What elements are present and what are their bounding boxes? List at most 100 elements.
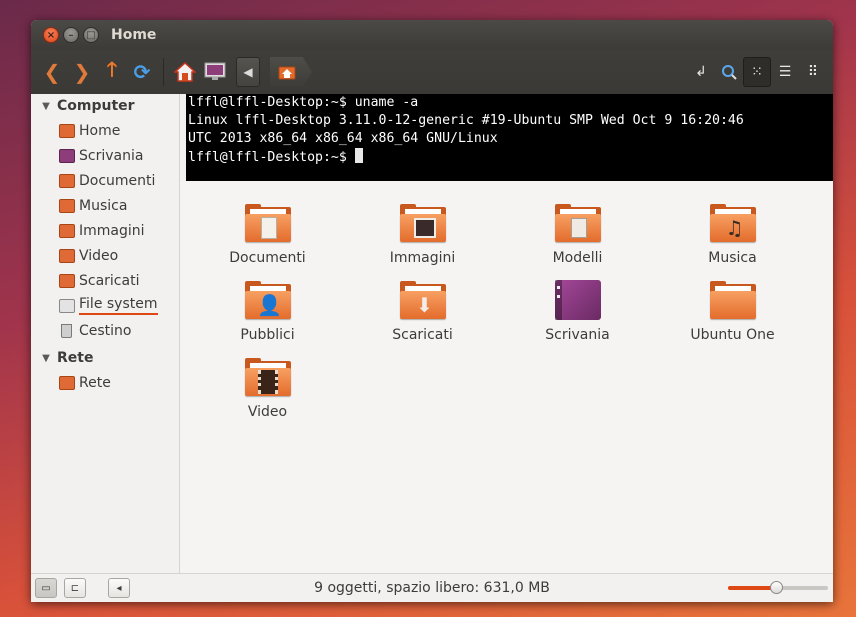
return-icon: ↲ — [695, 64, 707, 80]
file-label: Scaricati — [392, 327, 453, 343]
video-folder-icon — [244, 357, 291, 397]
file-item-modelli[interactable]: Modelli — [500, 203, 655, 267]
search-icon — [722, 65, 737, 80]
sidebar-item-label: Scrivania — [79, 147, 144, 164]
sidebar-section-rete[interactable]: ▼ Rete — [31, 346, 179, 370]
home-icon — [174, 62, 196, 82]
sidebar-item-cestino[interactable]: Cestino — [31, 318, 179, 343]
file-label: Scrivania — [545, 327, 610, 343]
sidebar-item-label: Video — [79, 247, 119, 264]
triangle-left-icon: ◀ — [243, 65, 253, 79]
file-manager-window: × – □ Home ❮ ❯ 🡑 ⟳ ◀ ↲ ⁙ ☰ ⠿ ▼ Computer … — [31, 20, 833, 602]
video-folder-icon — [59, 248, 75, 263]
sidebar-item-immagini[interactable]: Immagini — [31, 218, 179, 243]
status-text: 9 oggetti, spazio libero: 631,0 MB — [314, 580, 550, 596]
toolbar-right-group: ↲ ⁙ ☰ ⠿ — [687, 57, 827, 87]
documents-folder-icon — [59, 173, 75, 188]
toolbar-divider — [163, 58, 164, 86]
search-button[interactable] — [715, 57, 743, 87]
file-label: Musica — [708, 250, 757, 266]
file-view[interactable]: Documenti Immagini Modelli ♫ Musica 👤 Pu… — [180, 181, 833, 573]
public-folder-icon: 👤 — [244, 280, 291, 320]
reload-button[interactable]: ⟳ — [127, 57, 157, 87]
home-folder-icon — [59, 123, 75, 138]
file-item-documenti[interactable]: Documenti — [190, 203, 345, 267]
minimize-icon[interactable]: – — [63, 27, 79, 43]
list-view-button[interactable]: ☰ — [771, 57, 799, 87]
sidebar-item-label: Musica — [79, 197, 128, 214]
pictures-folder-icon — [399, 203, 446, 243]
sidebar-item-documenti[interactable]: Documenti — [31, 168, 179, 193]
downloads-folder-icon: ⬇ — [399, 280, 446, 320]
terminal-prompt-line: lffl@lffl-Desktop:~$ — [188, 148, 831, 167]
sidebar: ▼ Computer Home Scrivania Documenti Musi… — [31, 94, 180, 573]
sidebar-section-label: Rete — [57, 350, 94, 366]
statusbar: ▭ ⊏ ◂ 9 oggetti, spazio libero: 631,0 MB — [31, 573, 833, 602]
compact-icon: ⠿ — [807, 64, 819, 80]
file-item-scaricati[interactable]: ⬇ Scaricati — [345, 280, 500, 344]
computer-location-button[interactable] — [200, 57, 230, 87]
sidebar-item-scrivania[interactable]: Scrivania — [31, 143, 179, 168]
home-location-button[interactable] — [170, 57, 200, 87]
sidebar-item-rete[interactable]: Rete — [31, 370, 179, 395]
grid-icon: ⁙ — [751, 64, 763, 80]
sidebar-item-musica[interactable]: Musica — [31, 193, 179, 218]
back-button[interactable]: ❮ — [37, 57, 67, 87]
sidebar-item-home[interactable]: Home — [31, 118, 179, 143]
documents-folder-icon — [244, 203, 291, 243]
window-title: Home — [111, 27, 157, 43]
zoom-slider[interactable] — [728, 581, 828, 594]
sidebar-item-label: Home — [79, 122, 121, 139]
toolbar: ❮ ❯ 🡑 ⟳ ◀ ↲ ⁙ ☰ ⠿ — [31, 50, 833, 94]
drive-icon — [59, 298, 75, 313]
zoom-slider-handle[interactable] — [770, 581, 783, 594]
file-item-scrivania[interactable]: Scrivania — [500, 280, 655, 344]
terminal-cursor — [354, 148, 363, 163]
downloads-folder-icon — [59, 273, 75, 288]
titlebar: × – □ Home — [31, 20, 833, 50]
file-label: Modelli — [552, 250, 603, 266]
sidebar-item-video[interactable]: Video — [31, 243, 179, 268]
file-label: Video — [247, 404, 288, 420]
file-item-ubuntu-one[interactable]: Ubuntu One — [655, 280, 810, 344]
templates-folder-icon — [554, 203, 601, 243]
zoom-slider-fill — [728, 586, 776, 590]
sidebar-item-file-system[interactable]: File system — [31, 293, 179, 318]
file-item-video[interactable]: Video — [190, 357, 345, 421]
terminal-line: Linux lffl-Desktop 3.11.0-12-generic #19… — [188, 113, 744, 128]
music-folder-icon — [59, 198, 75, 213]
icon-view-button[interactable]: ⁙ — [743, 57, 771, 87]
trash-icon — [61, 323, 72, 338]
desktop-icon — [554, 280, 601, 320]
file-item-immagini[interactable]: Immagini — [345, 203, 500, 267]
embedded-terminal[interactable]: lffl@lffl-Desktop:~$ uname -a Linux lffl-… — [186, 94, 833, 181]
triangle-down-icon: ▼ — [42, 100, 50, 112]
compact-view-button[interactable]: ⠿ — [799, 57, 827, 87]
sidebar-item-scaricati[interactable]: Scaricati — [31, 268, 179, 293]
breadcrumb-home[interactable] — [270, 57, 312, 87]
sidebar-item-label: Immagini — [79, 222, 145, 239]
file-label: Pubblici — [240, 327, 295, 343]
file-label: Ubuntu One — [690, 327, 775, 343]
monitor-icon — [204, 62, 226, 80]
file-item-pubblici[interactable]: 👤 Pubblici — [190, 280, 345, 344]
list-icon: ☰ — [778, 64, 792, 80]
terminal-prompt: lffl@lffl-Desktop:~$ — [188, 150, 355, 165]
up-button[interactable]: 🡑 — [97, 57, 127, 87]
sidebar-section-label: Computer — [57, 98, 135, 114]
sidebar-item-label: File system — [79, 296, 158, 315]
sidebar-item-label: Documenti — [79, 172, 156, 189]
home-folder-icon — [278, 66, 296, 80]
desktop-icon — [59, 148, 75, 163]
maximize-icon[interactable]: □ — [83, 27, 99, 43]
forward-button[interactable]: ❯ — [67, 57, 97, 87]
file-label: Documenti — [229, 250, 306, 266]
sidebar-item-label: Scaricati — [79, 272, 140, 289]
file-label: Immagini — [389, 250, 456, 266]
sidebar-section-computer[interactable]: ▼ Computer — [31, 94, 179, 118]
path-scroll-left-button[interactable]: ◀ — [236, 57, 260, 87]
location-toggle-button[interactable]: ↲ — [687, 57, 715, 87]
close-icon[interactable]: × — [43, 27, 59, 43]
network-icon — [59, 375, 75, 390]
file-item-musica[interactable]: ♫ Musica — [655, 203, 810, 267]
